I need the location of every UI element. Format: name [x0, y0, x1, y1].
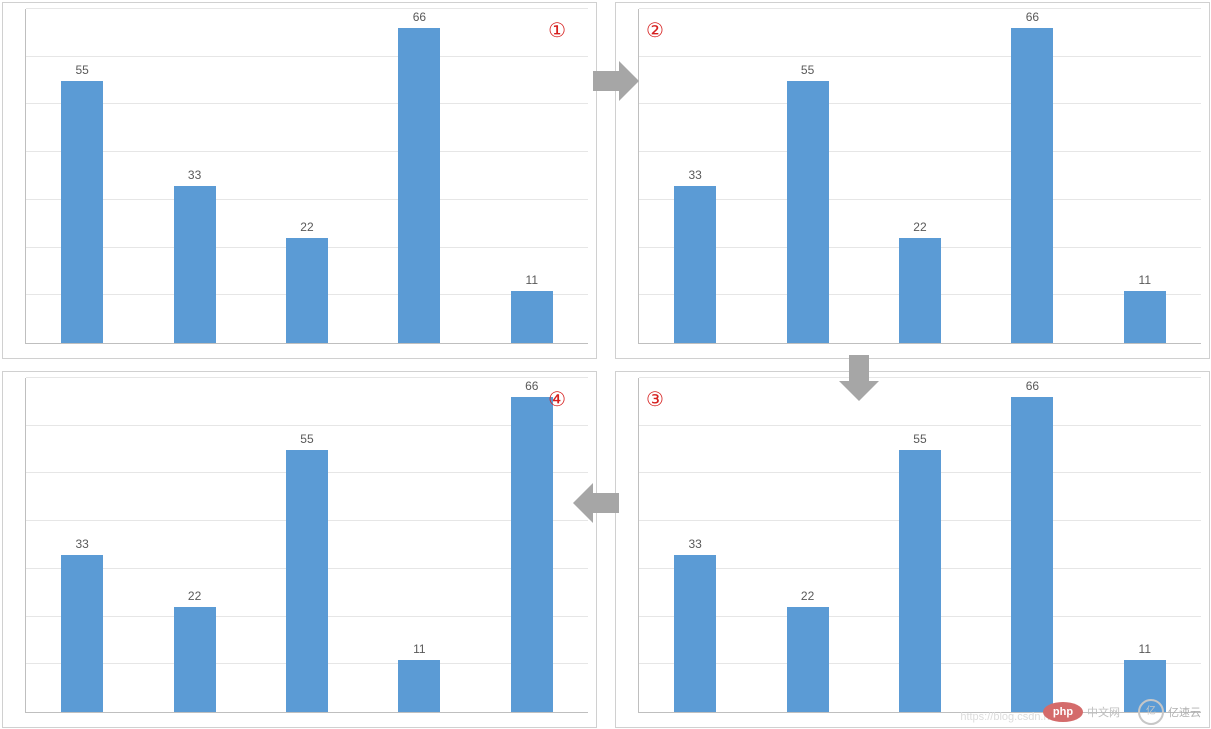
step-badge: ①: [548, 21, 566, 41]
step-badge: ③: [646, 390, 664, 410]
bar: 55: [286, 450, 328, 712]
bar-group: 22: [138, 378, 250, 712]
plot-area: 33 22 55 66 11: [638, 378, 1201, 713]
bar-value-label: 33: [188, 168, 201, 182]
bar-value-label: 66: [525, 379, 538, 393]
bar-group: 33: [138, 9, 250, 343]
bar: 66: [398, 28, 440, 343]
bar: 66: [1011, 28, 1053, 343]
bar-value-label: 33: [689, 537, 702, 551]
bar-group: 11: [1089, 378, 1201, 712]
bar: 66: [511, 397, 553, 712]
bar-value-label: 55: [300, 432, 313, 446]
bar-group: 33: [639, 9, 751, 343]
bar-value-label: 22: [188, 589, 201, 603]
bar: 22: [286, 238, 328, 343]
bar-group: 66: [976, 9, 1088, 343]
bar-group: 33: [639, 378, 751, 712]
bar-value-label: 11: [413, 642, 425, 656]
bar-value-label: 11: [526, 273, 538, 287]
plot-area: 33 55 22 66 11: [638, 9, 1201, 344]
bar-value-label: 33: [76, 537, 89, 551]
plot-area: 33 22 55 11 66: [25, 378, 588, 713]
step-badge: ②: [646, 21, 664, 41]
bar: 33: [174, 186, 216, 343]
bar-group: 55: [26, 9, 138, 343]
bar-value-label: 55: [801, 63, 814, 77]
bar-value-label: 22: [913, 220, 926, 234]
bar: 11: [398, 660, 440, 712]
bar: 22: [787, 607, 829, 712]
bar-group: 11: [476, 9, 588, 343]
bar-value-label: 11: [1139, 642, 1151, 656]
chart-panel-step-2: 33 55 22 66 11 ②: [615, 2, 1210, 359]
bar: 22: [899, 238, 941, 343]
bar: 11: [1124, 291, 1166, 343]
bar-group: 11: [1089, 9, 1201, 343]
bar-value-label: 33: [689, 168, 702, 182]
bar-group: 22: [864, 9, 976, 343]
bar-group: 66: [476, 378, 588, 712]
bar-value-label: 66: [1026, 10, 1039, 24]
bars: 33 55 22 66 11: [639, 9, 1201, 343]
bar-value-label: 55: [913, 432, 926, 446]
bar-group: 22: [251, 9, 363, 343]
bar-group: 55: [751, 9, 863, 343]
chart-panel-step-3: 33 22 55 66 11 ③: [615, 371, 1210, 728]
bars: 33 22 55 66 11: [639, 378, 1201, 712]
bars: 33 22 55 11 66: [26, 378, 588, 712]
bar-group: 55: [864, 378, 976, 712]
bar-group: 66: [363, 9, 475, 343]
bar: 33: [61, 555, 103, 712]
bar: 33: [674, 186, 716, 343]
bar: 55: [61, 81, 103, 343]
bars: 55 33 22 66 11: [26, 9, 588, 343]
bar-value-label: 66: [1026, 379, 1039, 393]
bar-group: 33: [26, 378, 138, 712]
bar-value-label: 22: [801, 589, 814, 603]
step-badge: ④: [548, 390, 566, 410]
bar-group: 11: [363, 378, 475, 712]
bar: 66: [1011, 397, 1053, 712]
bar-value-label: 11: [1139, 273, 1151, 287]
chart-panel-step-1: 55 33 22 66 11 ①: [2, 2, 597, 359]
bar: 55: [899, 450, 941, 712]
arrow-left-icon: [573, 483, 619, 523]
bar-group: 66: [976, 378, 1088, 712]
chart-panel-step-4: 3322551166④: [2, 371, 597, 728]
bar-value-label: 22: [300, 220, 313, 234]
bar-group: 22: [751, 378, 863, 712]
bar-group: 55: [251, 378, 363, 712]
bar: 11: [1124, 660, 1166, 712]
bar-value-label: 55: [76, 63, 89, 77]
arrow-down-icon: [839, 355, 879, 401]
bar: 33: [674, 555, 716, 712]
arrow-right-icon: [593, 61, 639, 101]
bar: 55: [787, 81, 829, 343]
plot-area: 55 33 22 66 11: [25, 9, 588, 344]
bar-value-label: 66: [413, 10, 426, 24]
bar: 22: [174, 607, 216, 712]
bar: 11: [511, 291, 553, 343]
